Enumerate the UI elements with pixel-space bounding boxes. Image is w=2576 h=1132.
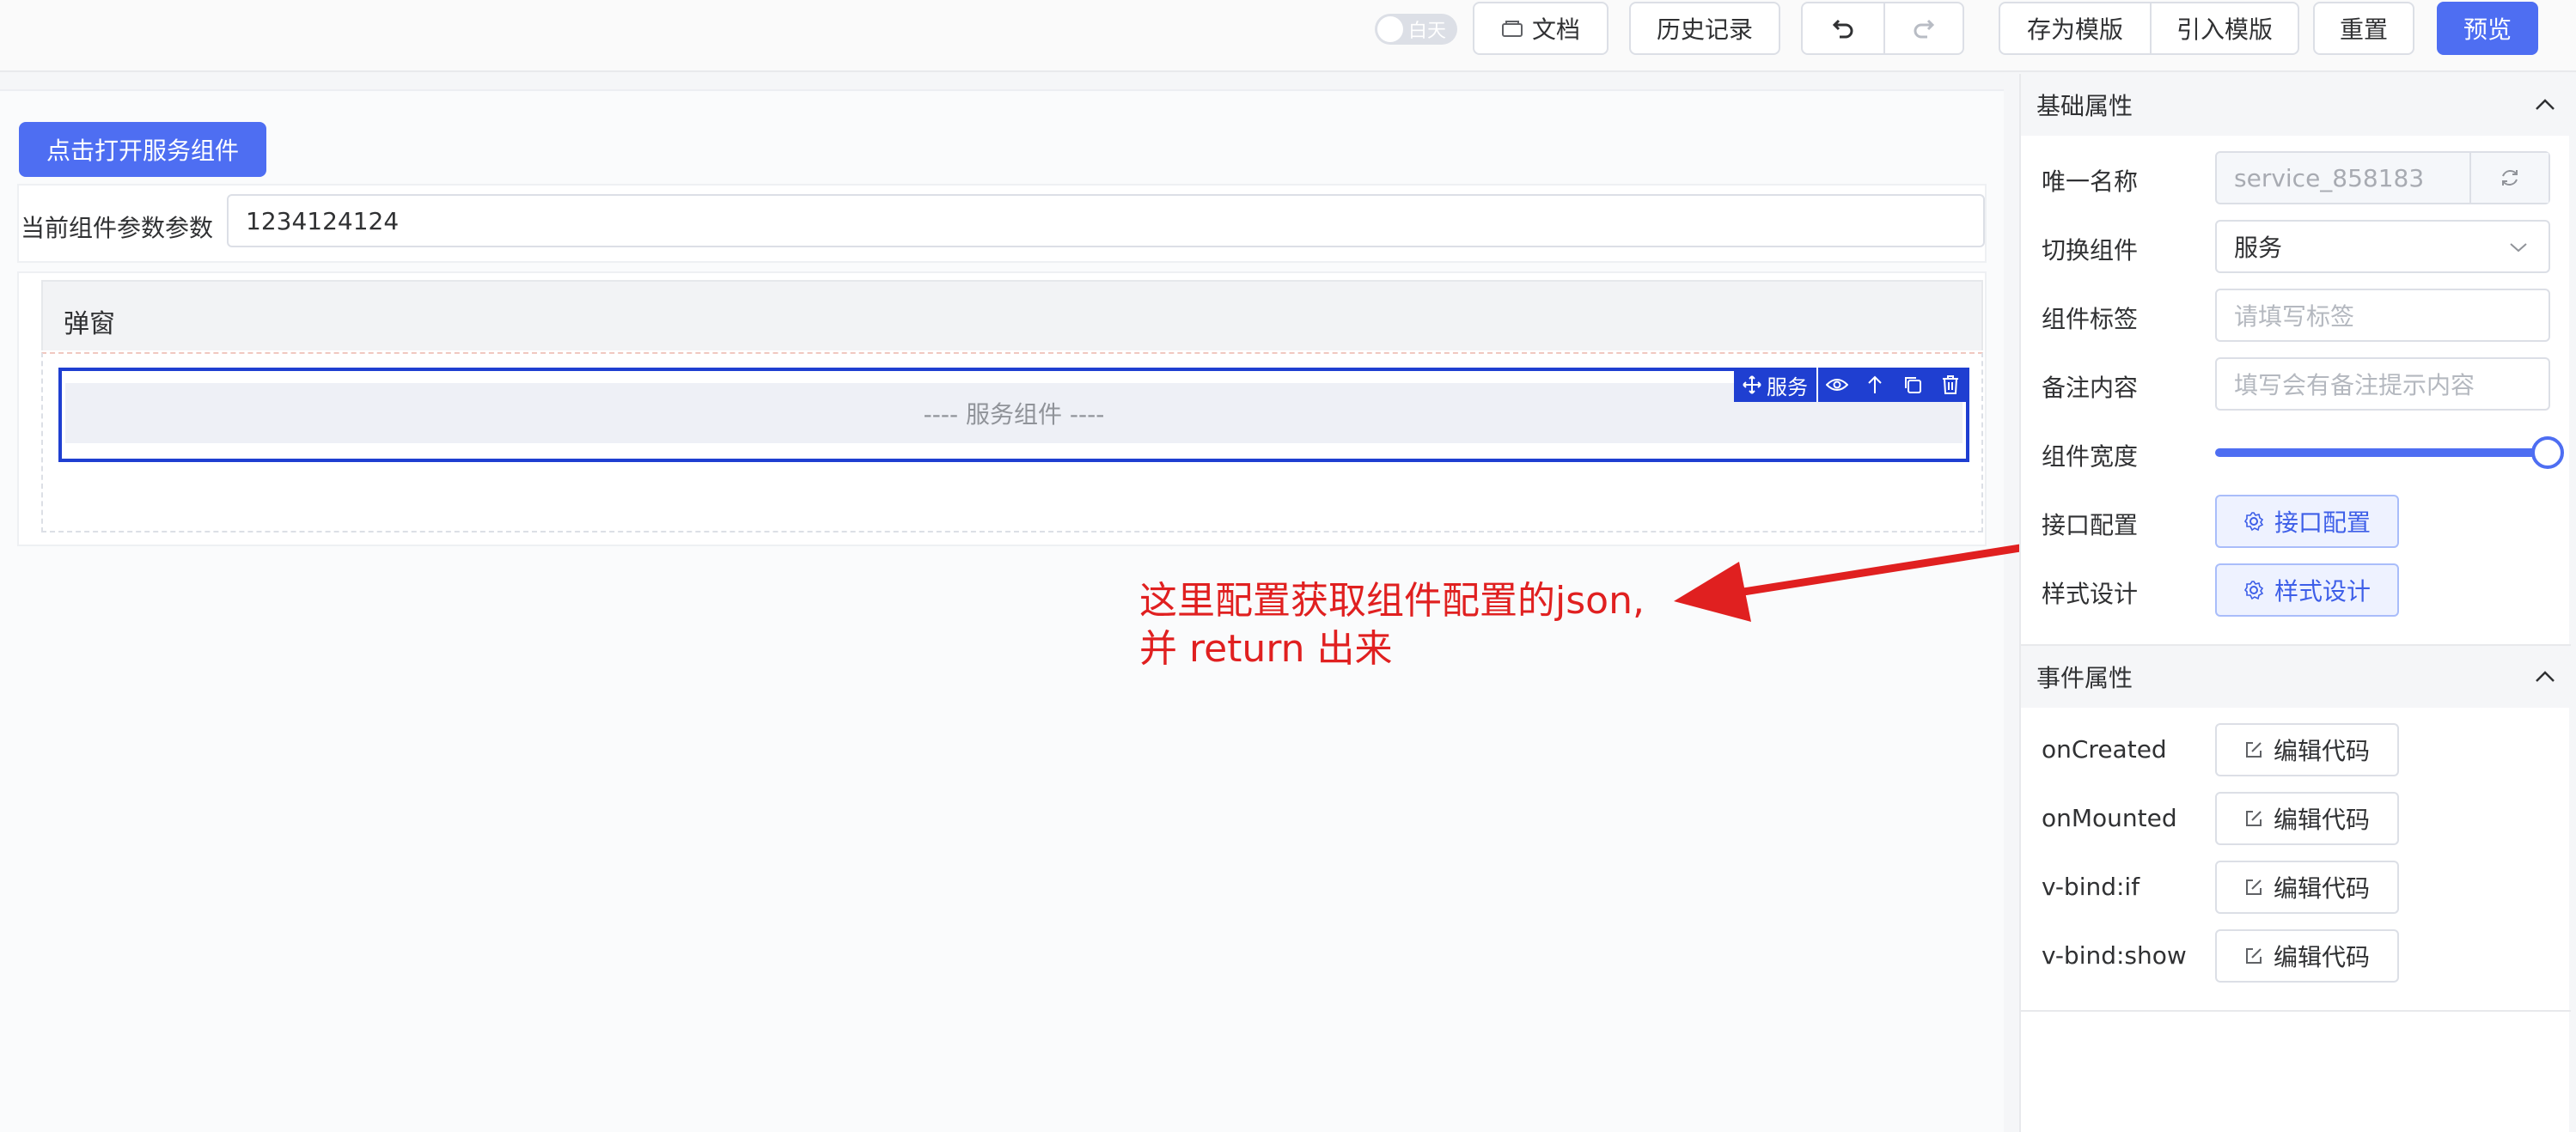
event-label-vbind-if: v-bind:if [2042, 873, 2140, 901]
property-panel: 基础属性 唯一名称 service_858183 切换组件 服务 组件标签 请填… [2019, 74, 2571, 1132]
service-component[interactable]: ---- 服务组件 ---- 服务 [58, 368, 1969, 462]
canvas-area: 点击打开服务组件 当前组件参数参数 1234124124 弹窗 ---- 服务组… [0, 74, 2004, 1132]
reset-label: 重置 [2339, 15, 2388, 44]
chevron-down-icon [2510, 243, 2527, 253]
design-canvas: 点击打开服务组件 当前组件参数参数 1234124124 弹窗 ---- 服务组… [0, 89, 2004, 1132]
import-template-button[interactable]: 引入模版 [2150, 3, 2298, 53]
event-label-onmounted: onMounted [2042, 804, 2177, 832]
component-tag-label: 组件标签 [2042, 305, 2139, 333]
edit-icon [2245, 811, 2262, 826]
refresh-name-button[interactable] [2469, 153, 2549, 203]
dialog-body: ---- 服务组件 ---- 服务 [41, 352, 1983, 533]
toolbar: 白天 文档 历史记录 存为模版 引入模版 重置 预览 [0, 0, 2576, 72]
event-section-title: 事件属性 [2036, 664, 2133, 692]
edit-icon [2245, 742, 2262, 758]
history-button[interactable]: 历史记录 [1629, 2, 1780, 55]
edit-icon [2245, 948, 2262, 964]
param-label: 当前组件参数参数 [21, 214, 214, 242]
chevron-up-icon [2536, 671, 2555, 682]
reset-button[interactable]: 重置 [2313, 2, 2414, 55]
switch-component-label: 切换组件 [2042, 236, 2139, 265]
component-tag-input[interactable]: 请填写标签 [2215, 289, 2550, 342]
edit-code-vbind-if-button[interactable]: 编辑代码 [2215, 861, 2399, 914]
event-label-oncreated: onCreated [2042, 735, 2167, 764]
param-input[interactable]: 1234124124 [227, 194, 1985, 247]
edit-code-oncreated-button[interactable]: 编辑代码 [2215, 723, 2399, 776]
unique-name-value: service_858183 [2234, 163, 2425, 192]
width-slider-track[interactable] [2215, 448, 2545, 457]
theme-toggle[interactable]: 白天 [1375, 14, 1457, 45]
annotation-line-1: 这里配置获取组件配置的json, [1139, 579, 1645, 623]
param-row: 当前组件参数参数 1234124124 [17, 184, 1987, 263]
gear-icon [2243, 512, 2264, 532]
history-label: 历史记录 [1656, 15, 1753, 44]
remark-label: 备注内容 [2042, 374, 2139, 402]
switch-component-select[interactable]: 服务 [2215, 220, 2550, 273]
docs-label: 文档 [1531, 15, 1580, 44]
switch-component-value: 服务 [2234, 234, 2283, 262]
width-slider-handle[interactable] [2531, 436, 2564, 469]
basic-section-title: 基础属性 [2036, 92, 2133, 120]
style-design-label: 样式设计 [2042, 580, 2139, 608]
service-toolbar: 服务 [1734, 368, 1969, 402]
service-drag-handle[interactable]: 服务 [1734, 368, 1818, 402]
open-service-button[interactable]: 点击打开服务组件 [19, 122, 266, 177]
dialog-component[interactable]: 弹窗 ---- 服务组件 ---- 服务 [17, 271, 1987, 546]
save-template-button[interactable]: 存为模版 [2000, 3, 2150, 53]
width-label: 组件宽度 [2042, 442, 2139, 471]
refresh-icon [2502, 170, 2518, 186]
api-config-button-label: 接口配置 [2274, 508, 2371, 537]
arrow-up-icon [1868, 375, 1882, 393]
preview-button[interactable]: 预览 [2437, 2, 2538, 55]
trash-icon [1943, 375, 1958, 394]
edit-icon [2245, 879, 2262, 895]
preview-component-button[interactable] [1818, 368, 1856, 402]
style-design-button[interactable]: 样式设计 [2215, 563, 2399, 617]
copy-icon [1905, 377, 1921, 393]
redo-button[interactable] [1883, 3, 1963, 53]
style-design-button-label: 样式设计 [2274, 577, 2371, 606]
edit-code-onmounted-button[interactable]: 编辑代码 [2215, 792, 2399, 845]
delete-component-button[interactable] [1932, 368, 1969, 402]
dialog-header: 弹窗 [41, 280, 1983, 350]
event-section-header[interactable]: 事件属性 [2021, 646, 2571, 708]
edit-code-label: 编辑代码 [2273, 874, 2370, 903]
unique-name-input[interactable]: service_858183 [2215, 151, 2550, 204]
toggle-knob [1377, 16, 1403, 42]
section-divider [2021, 1010, 2571, 1012]
edit-code-label: 编辑代码 [2273, 806, 2370, 834]
preview-label: 预览 [2463, 15, 2512, 44]
copy-component-button[interactable] [1894, 368, 1932, 402]
service-placeholder: ---- 服务组件 ---- [65, 383, 1963, 443]
move-icon [1743, 375, 1761, 394]
edit-code-label: 编辑代码 [2273, 943, 2370, 971]
redo-icon [1914, 19, 1935, 39]
theme-toggle-label: 白天 [1408, 21, 1447, 42]
docs-icon [1501, 21, 1523, 37]
edit-code-vbind-show-button[interactable]: 编辑代码 [2215, 929, 2399, 983]
basic-section-header[interactable]: 基础属性 [2021, 74, 2571, 136]
chevron-up-icon [2536, 99, 2555, 110]
annotation-line-2: 并 return 出来 [1139, 627, 1393, 671]
edit-code-label: 编辑代码 [2273, 737, 2370, 765]
api-config-button[interactable]: 接口配置 [2215, 495, 2399, 548]
unique-name-label: 唯一名称 [2042, 167, 2139, 196]
move-up-button[interactable] [1856, 368, 1894, 402]
api-config-label: 接口配置 [2042, 511, 2139, 539]
annotation-text: 这里配置获取组件配置的json, 并 return 出来 [1139, 577, 1645, 673]
undo-button[interactable] [1803, 3, 1883, 53]
event-label-vbind-show: v-bind:show [2042, 941, 2187, 970]
dialog-title: 弹窗 [64, 309, 115, 339]
template-group: 存为模版 引入模版 [1999, 2, 2299, 55]
docs-button[interactable]: 文档 [1473, 2, 1608, 55]
eye-icon [1826, 379, 1848, 391]
service-tag-label: 服务 [1767, 374, 1808, 399]
remark-input[interactable]: 填写会有备注提示内容 [2215, 357, 2550, 411]
undo-redo-group [1801, 2, 1964, 55]
gear-icon [2243, 581, 2264, 600]
undo-icon [1832, 19, 1853, 39]
